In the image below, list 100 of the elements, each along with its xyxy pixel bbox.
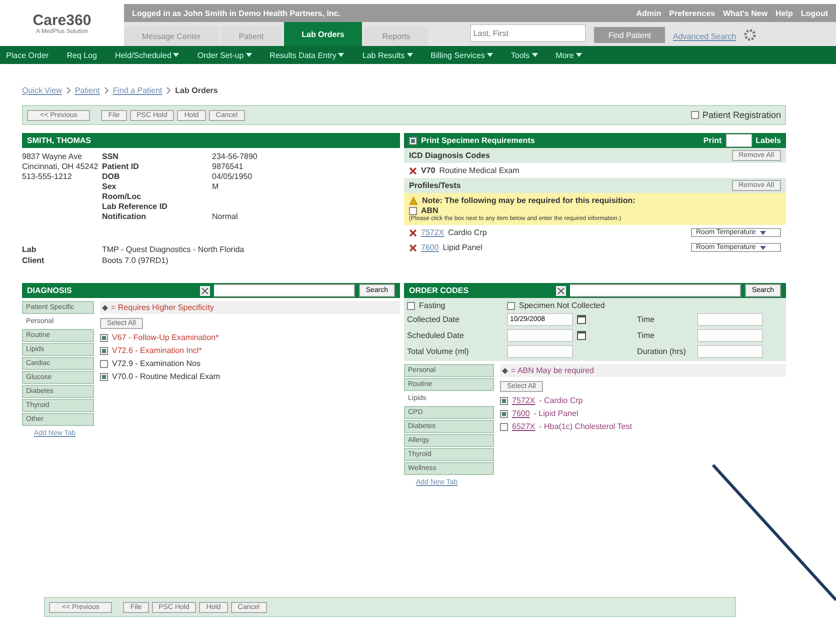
chevron-icon <box>166 87 172 94</box>
diagnosis-name: Routine Medical Exam <box>439 166 520 175</box>
order-search-field[interactable] <box>570 284 741 297</box>
checkbox[interactable] <box>100 346 108 354</box>
remove-icon[interactable] <box>409 228 417 236</box>
checkbox-label: Specimen Not Collected <box>519 301 605 310</box>
panel-title: DIAGNOSIS <box>27 286 72 295</box>
field-value: 9876541 <box>212 162 244 171</box>
time-field[interactable] <box>697 329 763 342</box>
diagnosis-option: V67 - Follow-Up Examination* <box>112 333 219 342</box>
checkbox-label: ABN <box>421 206 438 215</box>
field-label: Lab Reference ID <box>102 202 168 211</box>
checkbox-label: Fasting <box>419 301 446 310</box>
diamond-icon <box>502 368 508 374</box>
field-label: Notification <box>102 212 147 221</box>
checkbox[interactable] <box>100 334 108 342</box>
legend-text: = Requires Higher Specificity <box>111 303 214 312</box>
checkbox[interactable] <box>409 136 417 144</box>
remove-icon[interactable] <box>409 166 417 174</box>
order-code-link[interactable]: 7572X <box>512 396 536 405</box>
field-label: SSN <box>102 152 120 161</box>
field-label: Time <box>637 315 656 324</box>
remove-icon[interactable] <box>409 244 417 252</box>
nav-menu[interactable]: Place Order <box>6 50 49 60</box>
caret-icon <box>760 244 766 250</box>
nav-menu[interactable]: Lab Results <box>362 50 413 60</box>
duration-field[interactable] <box>697 345 763 358</box>
calendar-icon[interactable] <box>577 331 586 340</box>
checkbox[interactable] <box>507 302 515 310</box>
field-value: 234-56-7890 <box>212 152 258 161</box>
diagnosis-option: V72.6 - Examination Incl* <box>112 346 202 355</box>
order-name: - Hba(1c) Cholesterol Test <box>539 422 632 431</box>
nav-menu[interactable]: Results Data Entry <box>270 50 344 60</box>
diagnosis-option: V70.0 - Routine Medical Exam <box>112 372 220 381</box>
time-field[interactable] <box>697 313 763 326</box>
clear-icon[interactable] <box>556 286 566 296</box>
header-label: Print Specimen Requirements <box>421 136 535 145</box>
diamond-icon <box>102 304 108 310</box>
test-code-link[interactable]: 7572X <box>421 228 444 237</box>
field-label: DOB <box>102 172 121 181</box>
order-code-link[interactable]: 6527X <box>512 422 536 431</box>
breadcrumb-link[interactable]: Quick View <box>22 86 62 95</box>
test-name: Cardio Crp <box>448 228 487 237</box>
checkbox[interactable] <box>100 372 108 380</box>
field-label: Patient ID <box>102 162 140 171</box>
checkbox[interactable] <box>100 360 108 368</box>
volume-field[interactable] <box>507 345 573 358</box>
field-value: 04/05/1950 <box>212 172 254 181</box>
nav-menu[interactable]: Order Set-up <box>197 50 252 60</box>
checkbox[interactable] <box>691 111 700 119</box>
field-label: Scheduled Date <box>407 331 465 340</box>
checkbox-label: Patient Registration <box>702 110 781 120</box>
field-label: Time <box>637 331 656 340</box>
nav-menu[interactable]: Held/Scheduled <box>114 50 180 60</box>
panel-title: ORDER CODES <box>409 286 469 295</box>
field-label: Room/Loc <box>102 192 142 201</box>
address-line: 9837 Wayne Ave <box>22 152 84 161</box>
patient-name: SMITH, THOMAS <box>27 136 91 145</box>
field-label: Collected Date <box>407 315 460 324</box>
breadcrumb-current: Lab Orders <box>175 86 218 95</box>
checkbox[interactable] <box>500 410 508 418</box>
address-line: 513-555-1212 <box>22 172 73 181</box>
field-value: Boots 7.0 (97RD1) <box>102 256 170 265</box>
labels-count-field[interactable] <box>726 134 752 147</box>
diagnosis-search-field[interactable] <box>214 284 355 297</box>
note-text: Note: The following may be required for this requisition: <box>422 196 636 205</box>
checkbox[interactable] <box>500 422 508 430</box>
header-label: Print <box>703 136 722 145</box>
field-label: Lab <box>22 245 38 254</box>
nav-menu[interactable]: Tools <box>510 50 538 60</box>
order-name: - Cardio Crp <box>539 396 583 405</box>
field-label: Client <box>22 256 46 265</box>
warning-icon <box>409 196 418 205</box>
breadcrumb-link[interactable]: Find a Patient <box>112 86 162 95</box>
main-tab[interactable]: Lab Orders <box>284 22 362 46</box>
checkbox[interactable] <box>500 396 508 404</box>
breadcrumb-link[interactable]: Patient <box>74 86 100 95</box>
section-title: Profiles/Tests <box>409 181 461 190</box>
field-value: TMP - Quest Diagnostics - North Florida <box>102 245 246 254</box>
order-code-link[interactable]: 7600 <box>512 409 530 418</box>
caret-icon <box>760 230 766 236</box>
search-field[interactable]: Last, First <box>470 24 586 42</box>
checkbox[interactable] <box>407 302 415 310</box>
diagnosis-code: V70 <box>421 166 436 175</box>
field-label: Duration (hrs) <box>637 347 687 356</box>
legend-text: = ABN May be required <box>511 366 594 375</box>
test-name: Lipid Panel <box>442 243 482 252</box>
clear-icon[interactable] <box>200 286 210 296</box>
nav-menu[interactable]: More <box>556 50 582 60</box>
nav-menu[interactable]: Req Log <box>66 50 97 60</box>
field-label: Sex <box>102 182 118 191</box>
nav-menu[interactable]: Billing Services <box>430 50 493 60</box>
date-field[interactable] <box>507 329 573 342</box>
test-code-link[interactable]: 7600 <box>421 243 439 252</box>
checkbox[interactable] <box>409 206 417 214</box>
diagnosis-option: V72.9 - Examination Nos <box>112 359 200 368</box>
field-value: M <box>212 182 220 191</box>
order-name: - Lipid Panel <box>534 409 578 418</box>
field-value: Normal <box>212 212 239 221</box>
calendar-icon[interactable] <box>577 315 586 324</box>
